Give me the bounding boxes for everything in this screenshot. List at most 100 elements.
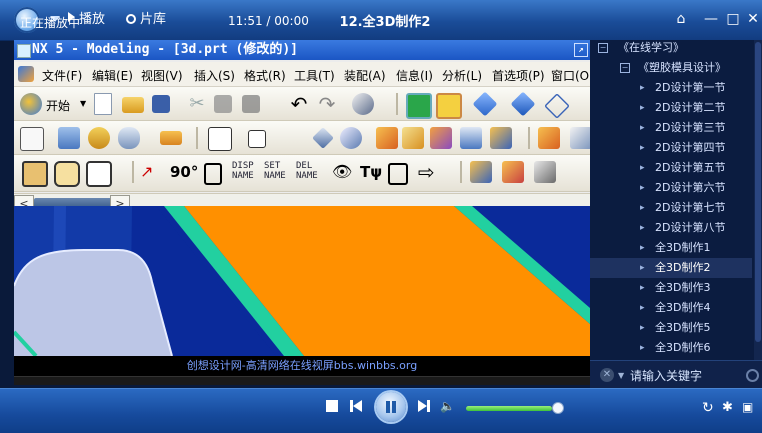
menu-analysis[interactable]: 分析(L): [442, 67, 482, 84]
collapse-icon[interactable]: −: [620, 63, 630, 73]
boolean-icon[interactable]: [490, 127, 512, 149]
playlist-item[interactable]: ▸ 2D设计第八节: [590, 218, 752, 238]
shell-icon[interactable]: [402, 127, 424, 149]
playlist-item[interactable]: ▸ 2D设计第三节: [590, 118, 752, 138]
playlist-item[interactable]: ▸ 2D设计第二节: [590, 98, 752, 118]
fullscreen-icon[interactable]: ▣: [742, 400, 753, 414]
previous-icon[interactable]: [350, 400, 362, 412]
revolve-icon[interactable]: [88, 127, 110, 149]
cut-icon[interactable]: ✂: [186, 93, 208, 115]
playlist-item[interactable]: ▸ 全3D制作2: [590, 258, 752, 278]
playlist-item[interactable]: ▸ 2D设计第五节: [590, 158, 752, 178]
playlist-item[interactable]: ▸ 2D设计第七节: [590, 198, 752, 218]
playlist-item[interactable]: ▸ 全3D制作6: [590, 338, 752, 358]
wrench-icon[interactable]: Tψ: [360, 161, 382, 183]
playlist-group[interactable]: − 《塑胶模具设计》: [590, 58, 752, 78]
pause-button[interactable]: [376, 392, 406, 422]
menu-preferences[interactable]: 首选项(P): [492, 67, 545, 84]
save-icon[interactable]: [152, 95, 170, 113]
surface-icon[interactable]: [470, 161, 492, 183]
tab-library[interactable]: 片库: [126, 12, 166, 28]
playlist-item[interactable]: ▸ 全3D制作3: [590, 278, 752, 298]
point-icon[interactable]: ↗: [140, 161, 162, 183]
datum-plane-icon[interactable]: [208, 127, 232, 151]
menu-insert[interactable]: 插入(S): [194, 67, 235, 84]
redo-icon[interactable]: ↷: [316, 93, 338, 115]
draft-icon[interactable]: [430, 127, 452, 149]
nx-graphics-viewport[interactable]: [14, 206, 590, 356]
chevron-down-icon[interactable]: ▼: [80, 99, 86, 108]
maximize-button[interactable]: □: [724, 10, 742, 28]
layer-icon[interactable]: [86, 161, 112, 187]
chamfer-icon[interactable]: [376, 127, 398, 149]
clear-search-icon[interactable]: ✕: [600, 368, 614, 382]
search-icon[interactable]: [746, 369, 759, 382]
volume-slider[interactable]: [466, 406, 556, 411]
playlist-scrollbar[interactable]: [754, 40, 762, 360]
video-frame[interactable]: NX 5 - Modeling - [3d.prt (修改的)] ↗ 文件(F)…: [14, 40, 590, 385]
nx-restore-button[interactable]: ↗: [574, 43, 588, 57]
playlist-item[interactable]: ▸ 2D设计第四节: [590, 138, 752, 158]
settings-icon[interactable]: ✱: [722, 400, 733, 415]
cube-icon[interactable]: [472, 91, 498, 117]
chevron-down-icon[interactable]: ▼: [618, 371, 624, 380]
menu-window[interactable]: 窗口(O: [551, 67, 589, 84]
stack-icon[interactable]: [534, 161, 556, 183]
disp-name-button[interactable]: DISP NAME: [232, 161, 254, 181]
set-name-button[interactable]: SET NAME: [264, 161, 286, 181]
loop-icon[interactable]: ↻: [702, 400, 714, 416]
paste-icon[interactable]: [242, 95, 260, 113]
volume-knob[interactable]: [552, 402, 564, 414]
edit-icon[interactable]: [388, 163, 408, 185]
menu-tools[interactable]: 工具(T): [294, 67, 335, 84]
shaded-cube-icon[interactable]: [510, 91, 536, 117]
menu-info[interactable]: 信息(I): [396, 67, 433, 84]
menu-edit[interactable]: 编辑(E): [92, 67, 133, 84]
stop-icon[interactable]: [326, 400, 338, 412]
playlist-item[interactable]: ▸ 全3D制作5: [590, 318, 752, 338]
sphere-icon[interactable]: [340, 127, 362, 149]
pattern-icon[interactable]: [460, 127, 482, 149]
copy-icon[interactable]: [214, 95, 232, 113]
search-input[interactable]: [628, 366, 747, 386]
mold-tools-icon[interactable]: [502, 161, 524, 183]
window-icon[interactable]: [204, 163, 222, 185]
playlist-item[interactable]: ▸ 2D设计第六节: [590, 178, 752, 198]
offset-face-icon[interactable]: [570, 127, 590, 149]
playlist-item[interactable]: ▸ 全3D制作1: [590, 238, 752, 258]
playlist-item[interactable]: ▸ 全3D制作4: [590, 298, 752, 318]
datum-csys-icon[interactable]: [248, 130, 266, 148]
collapse-icon[interactable]: −: [598, 43, 608, 53]
wireframe-cube-icon[interactable]: [544, 93, 570, 119]
next-icon[interactable]: [418, 400, 430, 412]
menu-view[interactable]: 视图(V): [141, 67, 183, 84]
menu-assembly[interactable]: 装配(A): [344, 67, 386, 84]
assembly-navigator-icon[interactable]: [54, 161, 80, 187]
menu-format[interactable]: 格式(R): [244, 67, 286, 84]
start-icon[interactable]: [20, 93, 42, 115]
playlist-root[interactable]: − 《在线学习》: [590, 40, 752, 58]
menu-file[interactable]: 文件(F): [42, 67, 82, 84]
part-navigator-icon[interactable]: [22, 161, 48, 187]
volume-icon[interactable]: 🔈: [440, 399, 455, 413]
sketch-icon[interactable]: [20, 127, 44, 151]
minimize-button[interactable]: —: [702, 10, 720, 28]
open-folder-icon[interactable]: [122, 97, 144, 113]
close-button[interactable]: ✕: [744, 10, 762, 28]
tool-icon[interactable]: [352, 93, 374, 115]
blend-icon[interactable]: [312, 127, 334, 149]
fit-icon[interactable]: [436, 93, 462, 119]
angle-icon[interactable]: 90°: [170, 161, 198, 183]
cylinder-icon[interactable]: [118, 127, 140, 149]
playlist-scroll-thumb[interactable]: [755, 42, 761, 342]
refresh-icon[interactable]: [406, 93, 432, 119]
playlist-item[interactable]: ▸ 2D设计第一节: [590, 78, 752, 98]
arrow-right-icon[interactable]: ⇨: [418, 161, 440, 183]
undo-icon[interactable]: ↶: [288, 93, 310, 115]
start-button-label[interactable]: 开始: [46, 97, 70, 114]
extrude-icon[interactable]: [58, 127, 80, 149]
del-name-button[interactable]: DEL NAME: [296, 161, 318, 181]
new-file-icon[interactable]: [94, 93, 112, 115]
trim-body-icon[interactable]: [538, 127, 560, 149]
eye-icon[interactable]: 👁: [332, 161, 354, 183]
